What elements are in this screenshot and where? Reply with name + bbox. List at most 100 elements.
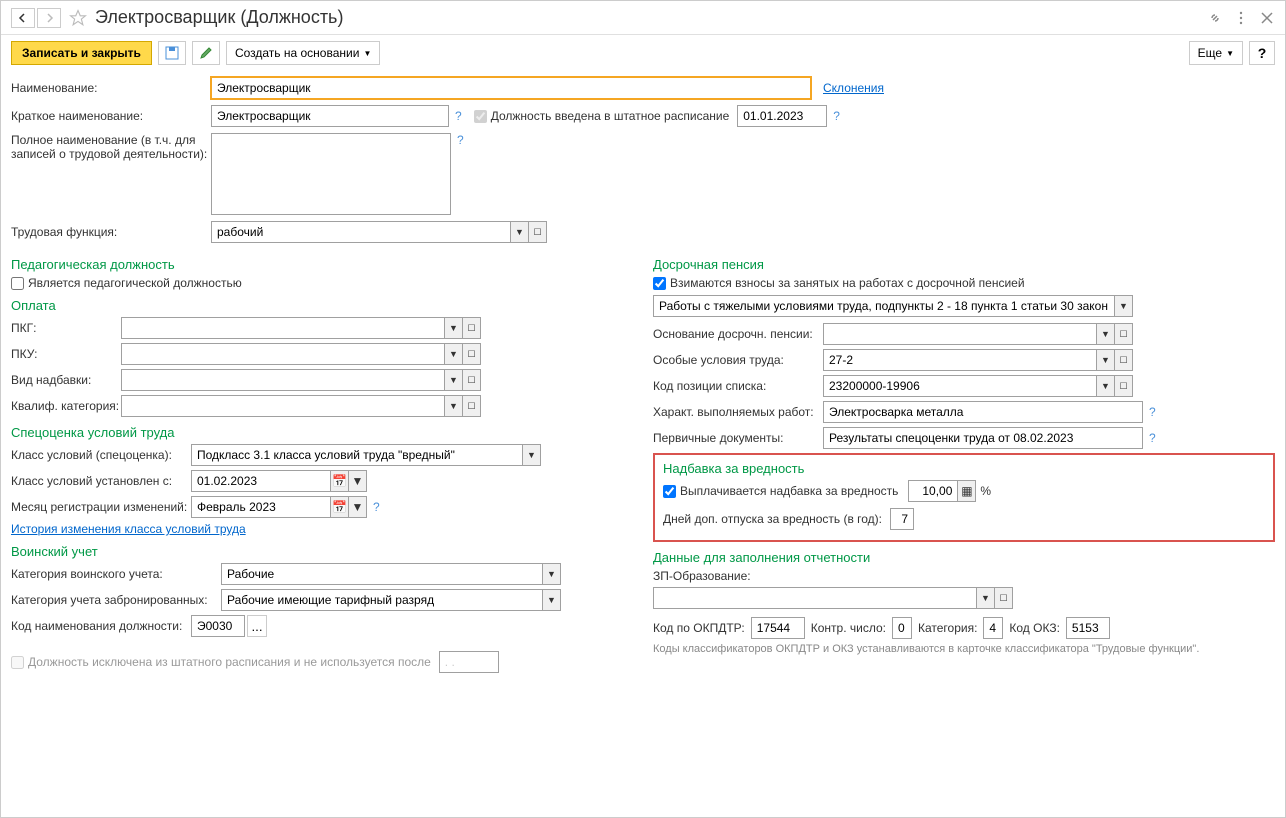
control-input[interactable] [892, 617, 912, 639]
qualif-label: Квалиф. категория: [11, 399, 121, 413]
set-from-input[interactable] [191, 470, 331, 492]
dropdown-icon[interactable]: ▼ [1097, 349, 1115, 371]
dropdown-icon[interactable]: ▼ [1115, 295, 1133, 317]
mil-res-input[interactable] [221, 589, 543, 611]
help-icon[interactable]: ? [833, 109, 840, 123]
kebab-icon[interactable] [1233, 10, 1249, 26]
harm-paid-checkbox[interactable] [663, 485, 676, 498]
dropdown-icon[interactable]: ▼ [445, 369, 463, 391]
open-icon[interactable]: ☐ [1115, 349, 1133, 371]
list-code-input[interactable] [823, 375, 1097, 397]
mil-code-input[interactable] [191, 615, 245, 637]
qualif-input[interactable] [121, 395, 445, 417]
favorite-icon[interactable] [69, 9, 87, 27]
control-label: Контр. число: [811, 621, 886, 635]
okpdtr-input[interactable] [751, 617, 805, 639]
dropdown-icon[interactable]: ▼ [349, 470, 367, 492]
dropdown-icon[interactable]: ▼ [523, 444, 541, 466]
contributions-checkbox[interactable] [653, 277, 666, 290]
help-icon[interactable]: ? [373, 500, 380, 514]
open-icon[interactable]: ☐ [529, 221, 547, 243]
forward-button[interactable] [37, 8, 61, 28]
allowance-label: Вид надбавки: [11, 373, 121, 387]
mil-cat-input[interactable] [221, 563, 543, 585]
full-name-textarea[interactable] [211, 133, 451, 215]
list-code-label: Код позиции списка: [653, 379, 823, 393]
open-icon[interactable]: ☐ [463, 343, 481, 365]
reg-month-input[interactable] [191, 496, 331, 518]
conditions-label: Особые условия труда: [653, 353, 823, 367]
full-name-label: Полное наименование (в т.ч. для записей … [11, 133, 211, 161]
declension-link[interactable]: Склонения [823, 81, 884, 95]
harm-percent-input[interactable] [908, 480, 958, 502]
docs-input[interactable] [823, 427, 1143, 449]
labor-func-input[interactable] [211, 221, 511, 243]
dropdown-icon[interactable]: ▼ [511, 221, 529, 243]
pkg-input[interactable] [121, 317, 445, 339]
help-icon[interactable]: ? [1149, 405, 1156, 419]
open-icon[interactable]: ☐ [463, 395, 481, 417]
work-char-input[interactable] [823, 401, 1143, 423]
dropdown-icon[interactable]: ▼ [445, 317, 463, 339]
name-input[interactable] [211, 77, 811, 99]
harm-days-input[interactable] [890, 508, 914, 530]
zp-input[interactable] [653, 587, 977, 609]
help-icon[interactable]: ? [455, 109, 462, 123]
help-button[interactable]: ? [1249, 41, 1275, 65]
dropdown-icon[interactable]: ▼ [977, 587, 995, 609]
report-title: Данные для заполнения отчетности [653, 550, 1275, 565]
category-input[interactable] [983, 617, 1003, 639]
help-icon[interactable]: ? [1149, 431, 1156, 445]
page-title: Электросварщик (Должность) [95, 7, 1207, 28]
dropdown-icon[interactable]: ▼ [543, 589, 561, 611]
in-staff-checkbox [474, 110, 487, 123]
open-icon[interactable]: ☐ [1115, 323, 1133, 345]
close-icon[interactable] [1259, 10, 1275, 26]
basis-label: Основание досрочн. пенсии: [653, 327, 823, 341]
create-based-button[interactable]: Создать на основании▼ [226, 41, 380, 65]
history-link[interactable]: История изменения класса условий труда [11, 522, 246, 536]
basis-input[interactable] [823, 323, 1097, 345]
link-icon[interactable] [1207, 10, 1223, 26]
dropdown-icon[interactable]: ▼ [1097, 375, 1115, 397]
conditions-input[interactable] [823, 349, 1097, 371]
pku-input[interactable] [121, 343, 445, 365]
mil-code-label: Код наименования должности: [11, 619, 191, 633]
pku-label: ПКУ: [11, 347, 121, 361]
calc-icon[interactable]: ▦ [958, 480, 976, 502]
back-button[interactable] [11, 8, 35, 28]
class-label: Класс условий (спецоценка): [11, 448, 191, 462]
more-button[interactable]: Еще▼ [1189, 41, 1243, 65]
save-button[interactable] [158, 41, 186, 65]
allowance-input[interactable] [121, 369, 445, 391]
dropdown-icon[interactable]: ▼ [543, 563, 561, 585]
dropdown-icon[interactable]: ▼ [1097, 323, 1115, 345]
calendar-icon[interactable]: 📅 [331, 496, 349, 518]
short-name-input[interactable] [211, 105, 449, 127]
pension-title: Досрочная пенсия [653, 257, 1275, 272]
dropdown-icon[interactable]: ▼ [349, 496, 367, 518]
class-input[interactable] [191, 444, 523, 466]
reg-month-label: Месяц регистрации изменений: [11, 500, 191, 514]
edit-button[interactable] [192, 41, 220, 65]
short-name-label: Краткое наименование: [11, 109, 211, 123]
dropdown-icon[interactable]: ▼ [445, 343, 463, 365]
okz-label: Код ОКЗ: [1009, 621, 1060, 635]
military-title: Воинский учет [11, 544, 633, 559]
help-icon[interactable]: ? [457, 133, 464, 147]
okz-input[interactable] [1066, 617, 1110, 639]
staff-date-input[interactable] [737, 105, 827, 127]
save-close-button[interactable]: Записать и закрыть [11, 41, 152, 65]
dropdown-icon[interactable]: ▼ [445, 395, 463, 417]
open-icon[interactable]: ☐ [463, 369, 481, 391]
calendar-icon[interactable]: 📅 [331, 470, 349, 492]
open-icon[interactable]: ☐ [995, 587, 1013, 609]
open-icon[interactable]: ☐ [1115, 375, 1133, 397]
in-staff-label: Должность введена в штатное расписание [491, 109, 730, 123]
excluded-date[interactable] [439, 651, 499, 673]
contributions-label: Взимаются взносы за занятых на работах с… [670, 276, 1025, 290]
work-type-input[interactable] [653, 295, 1115, 317]
open-icon[interactable]: ☐ [463, 317, 481, 339]
lookup-button[interactable]: ... [247, 615, 267, 637]
is-pedagog-checkbox[interactable] [11, 277, 24, 290]
